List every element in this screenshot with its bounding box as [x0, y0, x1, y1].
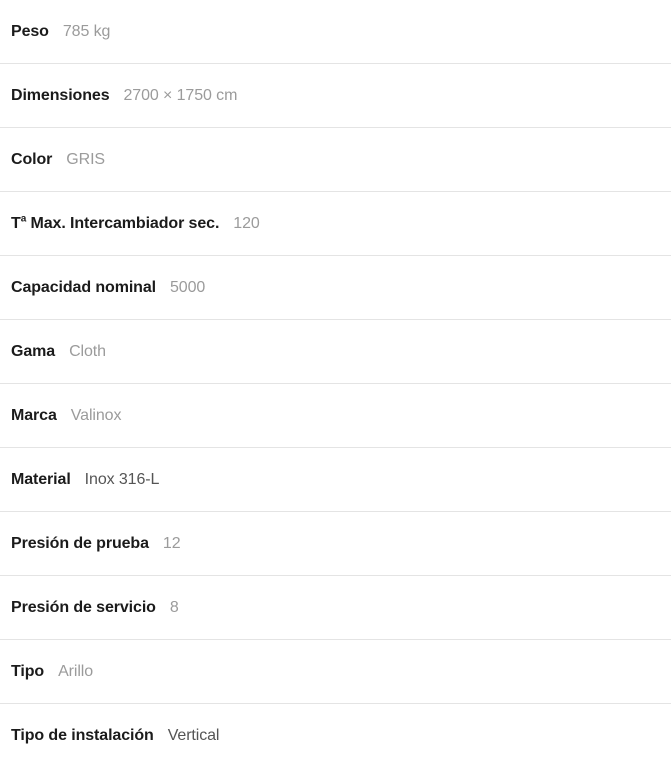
spec-value: 8 — [169, 598, 179, 616]
spec-row: Ta Max. Intercambiador sec. 120 — [0, 192, 671, 256]
spec-row: Marca Valinox — [0, 384, 671, 448]
spec-value: 12 — [162, 534, 181, 552]
spec-label: Capacidad nominal — [11, 278, 156, 296]
spec-label: Marca — [11, 406, 57, 424]
spec-row: Tipo Arillo — [0, 640, 671, 704]
spec-row: Capacidad nominal 5000 — [0, 256, 671, 320]
spec-label: Tipo — [11, 662, 45, 680]
spec-row: Color GRIS — [0, 128, 671, 192]
spec-value: 5000 — [170, 278, 206, 296]
spec-label: Ta Max. Intercambiador sec. — [11, 213, 220, 232]
spec-value: Vertical — [167, 727, 220, 744]
spec-label: Material — [11, 470, 71, 488]
spec-label: Peso — [11, 22, 49, 40]
spec-row: Tipo de instalación Vertical — [0, 704, 671, 768]
spec-row: Peso 785 kg — [0, 0, 671, 64]
spec-label: Presión de servicio — [11, 598, 156, 616]
spec-value: 785 kg — [62, 22, 111, 40]
spec-label: Gama — [11, 342, 56, 360]
spec-value: Inox 316-L — [84, 470, 160, 488]
spec-label: Dimensiones — [11, 86, 110, 104]
spec-value: Arillo — [58, 662, 94, 680]
spec-row: Presión de prueba 12 — [0, 512, 671, 576]
spec-row: Material Inox 316-L — [0, 448, 671, 512]
spec-value: 120 — [233, 214, 260, 232]
spec-label: Presión de prueba — [11, 534, 149, 552]
spec-label: Color — [11, 150, 53, 168]
product-specifications-table: Peso 785 kg Dimensiones 2700 × 1750 cm Color… — [0, 0, 671, 768]
spec-row: Presión de servicio 8 — [0, 576, 671, 640]
spec-value: Cloth — [69, 342, 106, 360]
spec-value: GRIS — [66, 150, 105, 168]
spec-value: Valinox — [70, 406, 122, 424]
spec-value: 2700 × 1750 cm — [123, 86, 238, 104]
spec-row: Gama Cloth — [0, 320, 671, 384]
spec-row: Dimensiones 2700 × 1750 cm — [0, 64, 671, 128]
spec-label: Tipo de instalación — [11, 727, 154, 744]
